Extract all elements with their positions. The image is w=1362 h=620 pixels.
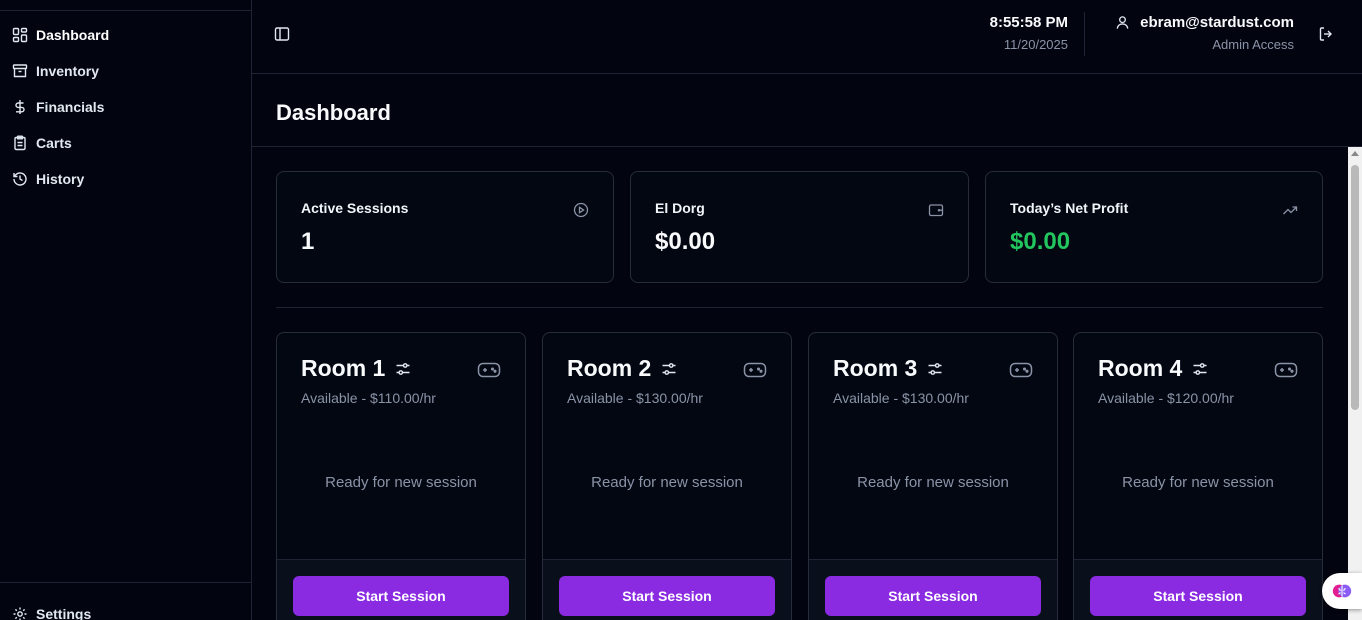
sidebar-item-financials[interactable]: Financials <box>0 89 251 125</box>
gamepad-icon <box>1274 362 1298 378</box>
sidebar-item-label: Financials <box>36 99 105 115</box>
start-session-button[interactable]: Start Session <box>293 576 509 616</box>
room-settings-icon[interactable] <box>395 361 411 377</box>
room-card: Room 3 Available - $130.00/hr Ready for … <box>808 332 1058 620</box>
room-title: Room 4 <box>1098 355 1183 381</box>
dashboard-content: Active Sessions 1 El Dorg $0.00 Today’s … <box>252 147 1348 620</box>
room-footer: Start Session <box>277 559 525 620</box>
gamepad-icon <box>743 362 767 378</box>
sidebar-item-label: Inventory <box>36 63 100 79</box>
room-title: Room 2 <box>567 355 652 381</box>
dollar-icon <box>15 100 25 114</box>
panel-left-icon <box>274 27 290 41</box>
layout-grid-icon <box>12 27 28 43</box>
sidebar-nav: Dashboard Inventory Financials Carts His… <box>0 17 251 197</box>
scrollbar-thumb[interactable] <box>1351 165 1359 410</box>
sidebar-divider <box>0 10 251 11</box>
gear-icon <box>13 607 27 620</box>
room-settings-icon[interactable] <box>661 361 677 377</box>
room-footer: Start Session <box>809 559 1057 620</box>
page-header: Dashboard <box>252 74 1362 147</box>
logout-icon <box>1319 27 1332 41</box>
start-session-button[interactable]: Start Session <box>559 576 775 616</box>
user-role: Admin Access <box>1212 37 1294 52</box>
room-card: Room 2 Available - $130.00/hr Ready for … <box>542 332 792 620</box>
room-settings-icon[interactable] <box>1192 361 1208 377</box>
sidebar-item-carts[interactable]: Carts <box>0 125 251 161</box>
user-email: ebram@stardust.com <box>1140 14 1294 31</box>
stat-card-el-dorg: El Dorg $0.00 <box>630 171 969 283</box>
sidebar-item-inventory[interactable]: Inventory <box>0 53 251 89</box>
stat-value: 1 <box>301 228 315 255</box>
stat-card-net-profit: Today’s Net Profit $0.00 <box>985 171 1323 283</box>
gamepad-icon <box>477 362 501 378</box>
stat-value: $0.00 <box>655 228 716 255</box>
room-title: Room 3 <box>833 355 918 381</box>
sidebar-item-dashboard[interactable]: Dashboard <box>0 17 251 53</box>
stat-label: Active Sessions <box>301 200 409 216</box>
user-info: ebram@stardust.com Admin Access <box>1115 14 1294 52</box>
trending-up-icon <box>1283 206 1298 215</box>
room-title: Room 1 <box>301 355 386 381</box>
scrollbar[interactable] <box>1348 147 1362 620</box>
start-session-button[interactable]: Start Session <box>1090 576 1306 616</box>
sidebar-divider <box>0 582 251 583</box>
room-empty-text: Ready for new session <box>1122 474 1274 491</box>
user-icon <box>1116 16 1129 29</box>
clock-time: 8:55:58 PM <box>989 14 1068 31</box>
room-status: Available - $130.00/hr <box>567 390 703 406</box>
stat-value: $0.00 <box>1010 228 1071 255</box>
start-session-button[interactable]: Start Session <box>825 576 1041 616</box>
sidebar-item-settings[interactable]: Settings <box>0 596 251 620</box>
section-divider <box>276 307 1323 308</box>
stat-label: El Dorg <box>655 200 705 216</box>
archive-box-icon <box>12 64 28 78</box>
stat-label: Today’s Net Profit <box>1010 200 1129 216</box>
room-card: Room 1 Available - $110.00/hr Ready for … <box>276 332 526 620</box>
top-bar: 8:55:58 PM 11/20/2025 ebram@stardust.com… <box>252 0 1362 74</box>
history-icon <box>13 172 27 186</box>
stat-card-active-sessions: Active Sessions 1 <box>276 171 614 283</box>
sidebar-item-label: Dashboard <box>36 27 110 43</box>
room-status: Available - $130.00/hr <box>833 390 969 406</box>
room-card: Room 4 Available - $120.00/hr Ready for … <box>1073 332 1323 620</box>
clock-date: 11/20/2025 <box>1003 37 1068 52</box>
logout-button[interactable] <box>1316 24 1336 44</box>
room-empty-text: Ready for new session <box>857 474 1009 491</box>
page-title: Dashboard <box>276 100 391 125</box>
sidebar-item-label: Carts <box>36 135 72 151</box>
room-status: Available - $110.00/hr <box>301 390 436 406</box>
room-empty-text: Ready for new session <box>325 474 477 491</box>
sidebar-toggle-button[interactable] <box>272 24 292 44</box>
brain-icon <box>1332 584 1352 598</box>
sidebar: Dashboard Inventory Financials Carts His… <box>0 0 252 620</box>
room-empty-text: Ready for new session <box>591 474 743 491</box>
clipboard-list-icon <box>14 135 26 151</box>
room-footer: Start Session <box>1074 559 1322 620</box>
gamepad-icon <box>1009 362 1033 378</box>
sidebar-item-label: History <box>36 171 85 187</box>
assistant-button[interactable] <box>1322 573 1362 609</box>
sidebar-item-history[interactable]: History <box>0 161 251 197</box>
room-settings-icon[interactable] <box>927 361 943 377</box>
clock: 8:55:58 PM 11/20/2025 <box>990 14 1068 52</box>
sidebar-item-label: Settings <box>36 606 92 620</box>
header-divider <box>1084 12 1085 56</box>
room-status: Available - $120.00/hr <box>1098 390 1234 406</box>
scroll-up-arrow[interactable] <box>1351 151 1359 156</box>
wallet-icon <box>928 204 944 217</box>
room-footer: Start Session <box>543 559 791 620</box>
play-circle-icon <box>573 202 589 218</box>
